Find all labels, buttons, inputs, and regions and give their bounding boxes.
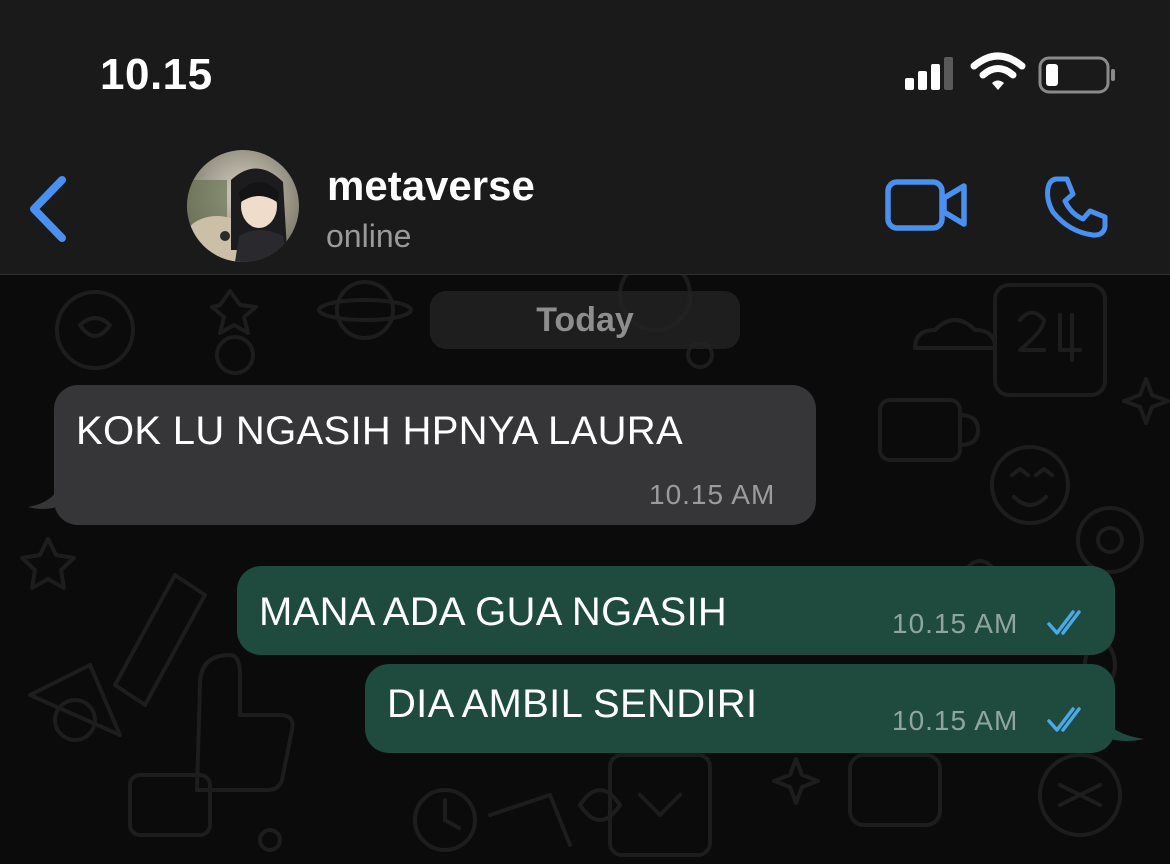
cellular-signal-icon (905, 57, 953, 90)
chat-area[interactable]: Today KOK LU NGASIH HPNYA LAURA 10.15 AM… (0, 275, 1170, 864)
read-ticks-icon (1047, 610, 1081, 635)
avatar[interactable] (187, 150, 299, 262)
date-label: Today (536, 300, 634, 339)
status-bar: 10.15 (0, 0, 1170, 140)
message-bubble-outgoing[interactable]: DIA AMBIL SENDIRI 10.15 AM (365, 664, 1115, 753)
video-camera-icon[interactable] (884, 176, 968, 234)
wifi-icon (970, 52, 1026, 90)
status-time: 10.15 (100, 50, 213, 99)
message-bubble-incoming[interactable]: KOK LU NGASIH HPNYA LAURA 10.15 AM (54, 385, 816, 525)
message-text: KOK LU NGASIH HPNYA LAURA (76, 409, 683, 453)
date-separator: Today (430, 291, 740, 349)
phone-icon[interactable] (1043, 174, 1109, 240)
contact-name[interactable]: metaverse (327, 162, 535, 210)
avatar-photo-icon (187, 150, 299, 262)
message-time: 10.15 AM (892, 608, 1019, 639)
message-text: MANA ADA GUA NGASIH (259, 590, 728, 634)
read-ticks-icon (1047, 707, 1081, 732)
message-bubble-outgoing[interactable]: MANA ADA GUA NGASIH 10.15 AM (237, 566, 1115, 655)
message-text: DIA AMBIL SENDIRI (387, 682, 758, 726)
back-chevron-icon[interactable] (22, 174, 72, 244)
message-time: 10.15 AM (649, 479, 776, 510)
contact-status: online (326, 218, 412, 254)
message-time: 10.15 AM (892, 705, 1019, 736)
battery-icon (1038, 56, 1115, 94)
chat-header: metaverse online (0, 140, 1170, 275)
